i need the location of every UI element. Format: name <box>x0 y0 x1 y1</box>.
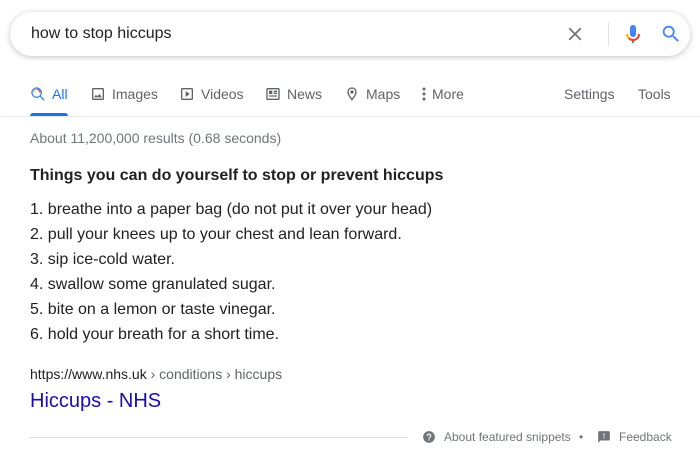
search-box <box>10 12 690 56</box>
about-featured-snippets-label: About featured snippets <box>444 430 571 444</box>
snippet-heading: Things you can do yourself to stop or pr… <box>30 167 444 184</box>
tab-all[interactable]: All <box>30 80 68 116</box>
snippet-divider <box>30 437 408 438</box>
feedback-link[interactable]: Feedback <box>597 428 672 446</box>
tools-link[interactable]: Tools <box>638 80 671 116</box>
list-item: 1. breathe into a paper bag (do not put … <box>30 201 433 218</box>
list-item: 6. hold your breath for a short time. <box>30 326 280 343</box>
image-icon <box>92 88 104 100</box>
search-icon <box>31 87 45 101</box>
tab-news-label: News <box>287 86 323 102</box>
video-icon <box>181 88 193 100</box>
tools-label: Tools <box>638 86 671 102</box>
tab-videos-label: Videos <box>201 86 244 102</box>
tab-all-label: All <box>52 86 68 102</box>
result-domain: https://www.nhs.uk <box>30 366 147 382</box>
microphone-icon <box>626 25 640 43</box>
result-stats: About 11,200,000 results (0.68 seconds) <box>30 130 282 146</box>
more-vert-icon <box>422 87 426 101</box>
news-icon <box>266 88 280 100</box>
tab-more[interactable]: More <box>420 80 464 116</box>
snippet-list: 1. breathe into a paper bag (do not put … <box>30 197 432 347</box>
separator-dot: • <box>579 430 584 444</box>
tab-news[interactable]: News <box>265 80 322 116</box>
list-item: 2. pull your knees up to your chest and … <box>30 226 402 243</box>
close-icon <box>568 27 582 41</box>
result-url[interactable]: https://www.nhs.uk › conditions › hiccup… <box>30 364 282 384</box>
feedback-label: Feedback <box>619 430 672 444</box>
voice-search-button[interactable] <box>621 22 645 46</box>
tab-maps[interactable]: Maps <box>344 80 400 116</box>
search-input[interactable] <box>31 22 531 46</box>
about-featured-snippets-link[interactable]: About featured snippets <box>422 428 571 446</box>
search-tabs: All Images Videos News Maps More Setting… <box>0 80 700 116</box>
help-icon <box>423 431 435 443</box>
list-item: 3. sip ice-cold water. <box>30 251 175 268</box>
location-pin-icon <box>347 87 357 101</box>
clear-button[interactable] <box>564 23 586 45</box>
feedback-icon <box>598 431 610 443</box>
search-icon <box>662 25 679 42</box>
search-button[interactable] <box>660 23 682 45</box>
tab-images-label: Images <box>112 86 158 102</box>
settings-link[interactable]: Settings <box>564 80 615 116</box>
list-item: 5. bite on a lemon or taste vinegar. <box>30 301 276 318</box>
tab-videos[interactable]: Videos <box>179 80 244 116</box>
tabs-divider <box>0 116 700 117</box>
result-breadcrumbs: › conditions › hiccups <box>146 366 283 382</box>
tab-images[interactable]: Images <box>90 80 158 116</box>
tab-more-label: More <box>432 86 464 102</box>
settings-label: Settings <box>564 86 615 102</box>
result-title-link[interactable]: Hiccups - NHS <box>30 387 161 415</box>
list-item: 4. swallow some granulated sugar. <box>30 276 276 293</box>
tab-maps-label: Maps <box>366 86 401 102</box>
divider <box>608 22 609 46</box>
